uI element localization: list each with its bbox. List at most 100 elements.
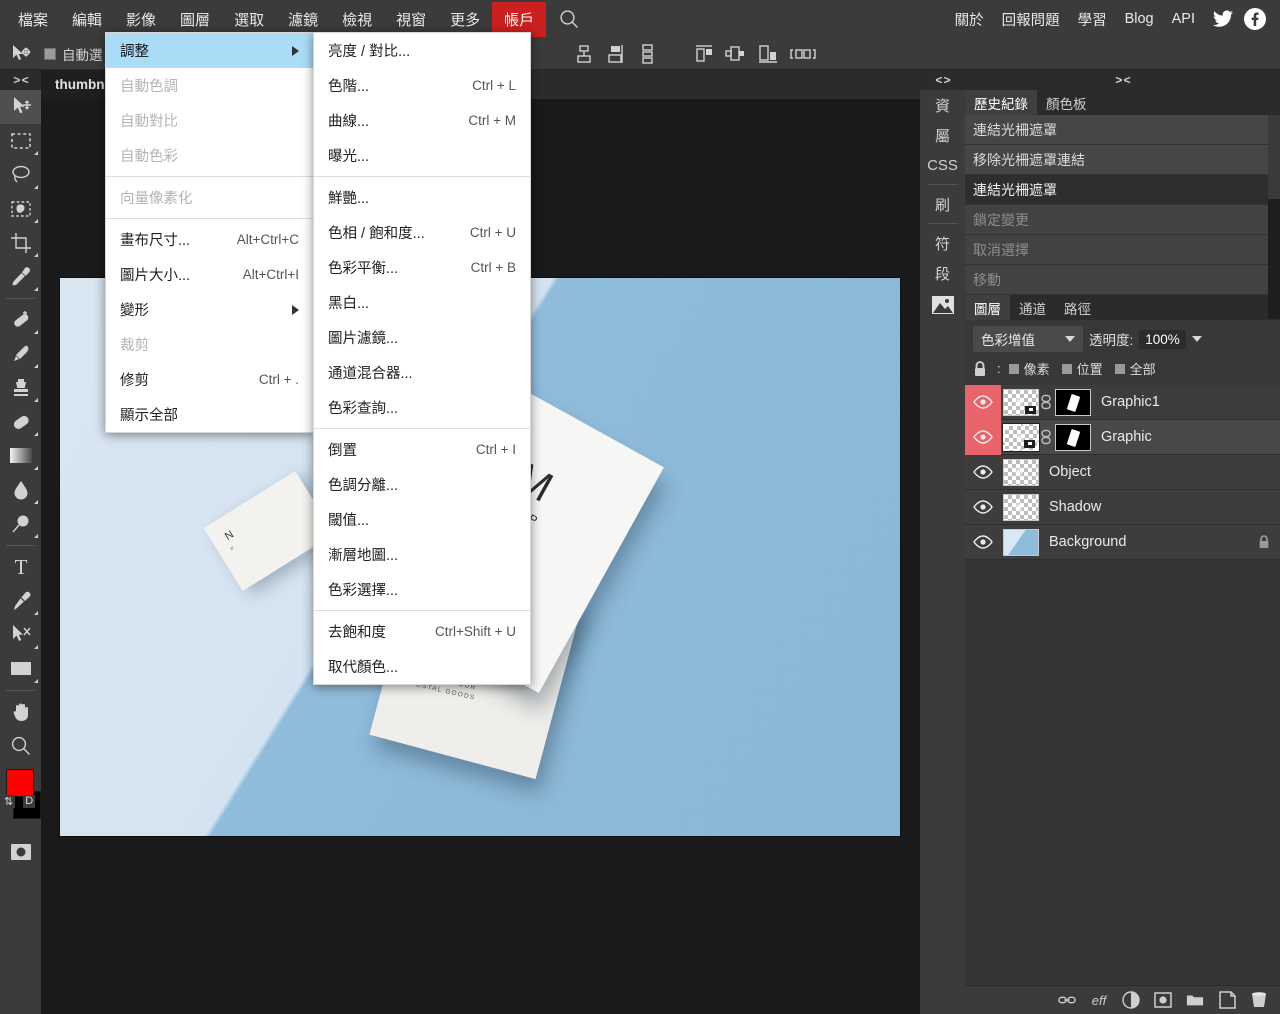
- history-entry[interactable]: 移除光柵遮罩連結: [965, 145, 1268, 175]
- clone-stamp-tool[interactable]: [0, 371, 41, 405]
- lasso-tool[interactable]: [0, 158, 41, 192]
- eraser-tool[interactable]: [0, 405, 41, 439]
- history-scrollbar[interactable]: [1268, 199, 1280, 319]
- align-vertical-center-icon[interactable]: [605, 43, 627, 65]
- history-entry[interactable]: 連結光柵遮罩: [965, 115, 1268, 145]
- menu-item-desaturate[interactable]: 去飽和度 Ctrl+Shift + U: [314, 614, 530, 649]
- menu-item-threshold[interactable]: 閾值...: [314, 502, 530, 537]
- delete-layer-icon[interactable]: [1250, 991, 1268, 1009]
- layer-thumbnail[interactable]: [1003, 493, 1039, 521]
- layer-row[interactable]: Background: [965, 525, 1280, 560]
- layer-mask-thumbnail[interactable]: [1055, 388, 1091, 416]
- menu-item-selective-color[interactable]: 色彩選擇...: [314, 572, 530, 607]
- history-entry[interactable]: 連結光柵遮罩: [965, 175, 1268, 205]
- swap-colors-icon[interactable]: ⇅: [2, 795, 16, 808]
- layer-mask-icon[interactable]: [1154, 991, 1172, 1009]
- image-icon[interactable]: [920, 288, 965, 322]
- eye-icon[interactable]: [965, 419, 1001, 455]
- layer-row[interactable]: Graphic: [965, 419, 1280, 455]
- history-panel-collapse-button[interactable]: > <: [965, 70, 1280, 90]
- eyedropper-tool[interactable]: [0, 260, 41, 294]
- right-rail-collapse-button[interactable]: < >: [920, 70, 965, 90]
- marquee-tool[interactable]: [0, 124, 41, 158]
- tab-channels[interactable]: 通道: [1010, 295, 1055, 320]
- nav-learn[interactable]: 學習: [1069, 2, 1116, 37]
- shape-tool[interactable]: [0, 652, 41, 686]
- path-selection-tool[interactable]: [0, 618, 41, 652]
- menu-item-adjustments[interactable]: 調整: [106, 33, 313, 68]
- opacity-value[interactable]: 100%: [1139, 329, 1186, 349]
- menu-item-photo-filter[interactable]: 圖片濾鏡...: [314, 320, 530, 355]
- vtab-brushes[interactable]: 刷: [920, 189, 965, 219]
- tab-history[interactable]: 歷史紀錄: [965, 90, 1037, 115]
- menu-item-image-size[interactable]: 圖片大小... Alt+Ctrl+I: [106, 257, 313, 292]
- lock-checkbox[interactable]: [1114, 363, 1125, 374]
- nav-about[interactable]: 關於: [946, 2, 993, 37]
- menu-item-transform[interactable]: 變形: [106, 292, 313, 327]
- history-entry[interactable]: 取消選擇: [965, 235, 1268, 265]
- vtab-info[interactable]: 資: [920, 90, 965, 120]
- tab-swatches[interactable]: 顏色板: [1037, 90, 1096, 115]
- history-entry[interactable]: 鎖定變更: [965, 205, 1268, 235]
- eye-icon[interactable]: [965, 490, 1001, 525]
- align-left-icon[interactable]: [693, 43, 715, 65]
- menu-item-hue-saturation[interactable]: 色相 / 飽和度... Ctrl + U: [314, 215, 530, 250]
- history-entry[interactable]: 移動: [965, 265, 1268, 295]
- vtab-glyphs[interactable]: 符: [920, 228, 965, 258]
- menu-item-channel-mixer[interactable]: 通道混合器...: [314, 355, 530, 390]
- image-menu-dropdown[interactable]: 調整 自動色調 自動對比 自動色彩 向量像素化 畫布尺寸... Alt+Ctrl+C 圖片大小…: [105, 32, 314, 433]
- zoom-tool[interactable]: [0, 729, 41, 763]
- align-top-icon[interactable]: [573, 43, 595, 65]
- crop-tool[interactable]: [0, 226, 41, 260]
- eye-icon[interactable]: [965, 525, 1001, 560]
- layer-mask-thumbnail[interactable]: [1055, 423, 1091, 451]
- menu-item-replace-color[interactable]: 取代顏色...: [314, 649, 530, 684]
- menu-item-curves[interactable]: 曲線... Ctrl + M: [314, 103, 530, 138]
- align-bottom-icon[interactable]: [637, 43, 659, 65]
- vtab-paragraph[interactable]: 段: [920, 258, 965, 288]
- menu-item-posterize[interactable]: 色調分離...: [314, 467, 530, 502]
- default-colors-icon[interactable]: D: [23, 795, 36, 808]
- search-icon[interactable]: [554, 4, 584, 34]
- brush-tool[interactable]: [0, 337, 41, 371]
- history-list[interactable]: 連結光柵遮罩 移除光柵遮罩連結 連結光柵遮罩 鎖定變更 取消選擇 移動: [965, 115, 1280, 319]
- adjustment-layer-icon[interactable]: [1122, 991, 1140, 1009]
- blend-mode-select[interactable]: 色彩增值: [973, 326, 1083, 352]
- blur-tool[interactable]: [0, 473, 41, 507]
- distribute-horizontal-icon[interactable]: [789, 43, 816, 65]
- gradient-tool[interactable]: [0, 439, 41, 473]
- menu-item-color-lookup[interactable]: 色彩查詢...: [314, 390, 530, 425]
- menu-file[interactable]: 檔案: [6, 2, 60, 37]
- tab-paths[interactable]: 路徑: [1055, 295, 1100, 320]
- menu-item-color-balance[interactable]: 色彩平衡... Ctrl + B: [314, 250, 530, 285]
- eye-icon[interactable]: [965, 384, 1001, 420]
- vtab-css[interactable]: CSS: [920, 150, 965, 180]
- nav-blog[interactable]: Blog: [1116, 4, 1163, 34]
- layer-effects-icon[interactable]: eff: [1090, 991, 1108, 1009]
- menu-item-levels[interactable]: 色階... Ctrl + L: [314, 68, 530, 103]
- nav-report-issue[interactable]: 回報問題: [993, 2, 1069, 37]
- new-layer-icon[interactable]: [1218, 991, 1236, 1009]
- opacity-chevron-down-icon[interactable]: [1191, 336, 1202, 342]
- layer-row[interactable]: Object: [965, 455, 1280, 490]
- layer-thumbnail[interactable]: [1003, 388, 1039, 416]
- lock-checkbox[interactable]: [1061, 363, 1072, 374]
- lock-all[interactable]: 全部: [1114, 359, 1156, 378]
- new-group-icon[interactable]: [1186, 991, 1204, 1009]
- nav-api[interactable]: API: [1163, 4, 1204, 34]
- toolbar-collapse-button[interactable]: > <: [0, 70, 41, 90]
- menu-item-black-white[interactable]: 黑白...: [314, 285, 530, 320]
- menu-item-reveal-all[interactable]: 顯示全部: [106, 397, 313, 432]
- layer-row[interactable]: Graphic1: [965, 384, 1280, 420]
- layer-thumbnail[interactable]: [1002, 422, 1040, 452]
- menu-item-gradient-map[interactable]: 漸層地圖...: [314, 537, 530, 572]
- quick-mask-icon[interactable]: [0, 835, 41, 869]
- eye-icon[interactable]: [965, 455, 1001, 490]
- quick-selection-tool[interactable]: [0, 192, 41, 226]
- lock-pixels[interactable]: 像素: [1008, 359, 1050, 378]
- type-tool[interactable]: T: [0, 550, 41, 584]
- lock-checkbox[interactable]: [1008, 363, 1019, 374]
- link-mask-icon[interactable]: [1039, 429, 1053, 445]
- menu-item-trim[interactable]: 修剪 Ctrl + .: [106, 362, 313, 397]
- adjustments-submenu-dropdown[interactable]: 亮度 / 對比... 色階... Ctrl + L 曲線... Ctrl + M 曝光..…: [313, 32, 531, 685]
